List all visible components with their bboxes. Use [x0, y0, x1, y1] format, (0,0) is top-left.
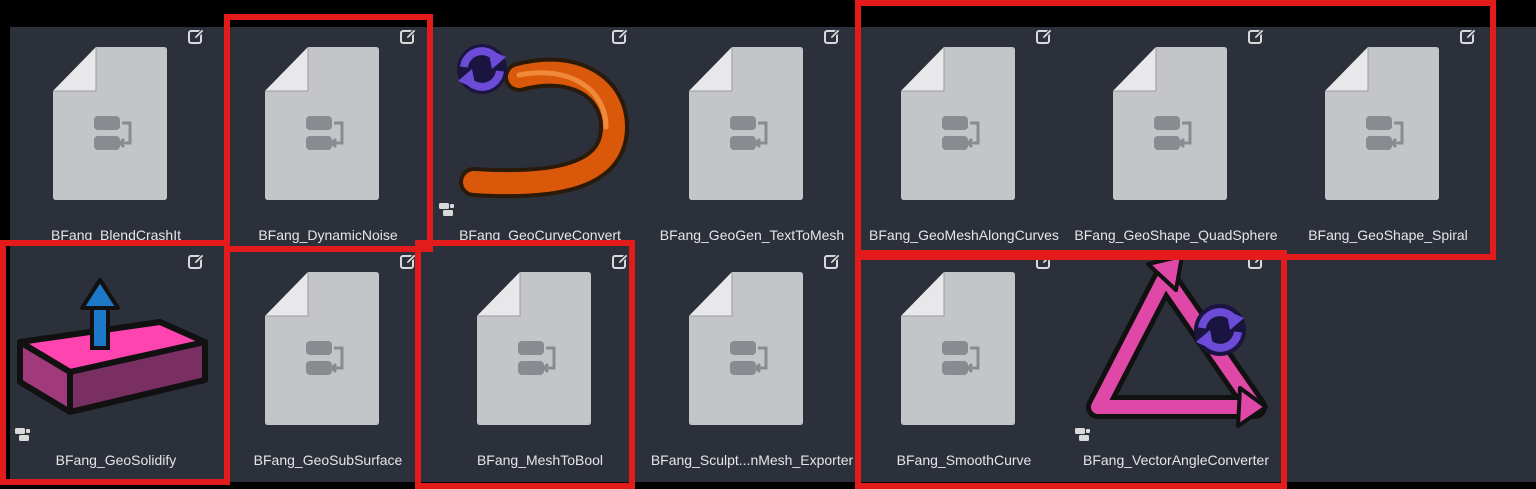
edit-icon[interactable] — [1034, 252, 1054, 272]
asset-label: BFang_GeoGen_TextToMesh — [659, 227, 845, 243]
file-nodetree-icon — [858, 27, 1070, 222]
asset-tile[interactable]: BFang_GeoMeshAlongCurves — [858, 27, 1070, 252]
asset-label: BFang_Sculpt...nMesh_Exporter — [650, 452, 854, 468]
asset-label: BFang_GeoCurveConvert — [459, 227, 621, 243]
edit-icon[interactable] — [186, 252, 206, 272]
edit-icon[interactable] — [398, 27, 418, 47]
edit-icon[interactable] — [1034, 27, 1054, 47]
asset-tile[interactable]: BFang_GeoSolidify — [10, 252, 222, 477]
file-nodetree-icon — [222, 252, 434, 447]
edit-icon[interactable] — [822, 27, 842, 47]
file-nodetree-icon — [1282, 27, 1494, 222]
vector-angle-icon — [1086, 254, 1268, 428]
file-nodetree-icon — [434, 252, 646, 447]
linked-asset-icon — [1074, 427, 1092, 443]
asset-tile[interactable]: BFang_SmoothCurve — [858, 252, 1070, 477]
edit-icon[interactable] — [610, 252, 630, 272]
asset-tile[interactable]: BFang_MeshToBool — [434, 252, 646, 477]
asset-label: BFang_VectorAngleConverter — [1083, 452, 1269, 468]
asset-tile[interactable]: BFang_GeoSubSurface — [222, 252, 434, 477]
asset-tile[interactable]: BFang_DynamicNoise — [222, 27, 434, 252]
edit-icon[interactable] — [1246, 27, 1266, 47]
asset-tile[interactable]: BFang_VectorAngleConverter — [1070, 252, 1282, 477]
asset-label: BFang_SmoothCurve — [896, 452, 1032, 468]
edit-icon[interactable] — [1246, 252, 1266, 272]
file-nodetree-icon — [222, 27, 434, 222]
linked-asset-icon — [14, 427, 32, 443]
asset-label: BFang_GeoSolidify — [55, 452, 177, 468]
edit-icon[interactable] — [1458, 27, 1478, 47]
curve-convert-icon — [457, 44, 630, 199]
asset-label: BFang_GeoMeshAlongCurves — [869, 227, 1059, 243]
edit-icon[interactable] — [822, 252, 842, 272]
asset-tile[interactable]: BFang_GeoGen_TextToMesh — [646, 27, 858, 252]
file-nodetree-icon — [1070, 27, 1282, 222]
asset-tile[interactable]: BFang_GeoShape_Spiral — [1282, 27, 1494, 252]
edit-icon[interactable] — [398, 252, 418, 272]
asset-tile[interactable]: BFang_BlendCrashIt — [10, 27, 222, 252]
asset-label: BFang_GeoSubSurface — [253, 452, 403, 468]
asset-browser-panel: BFang_BlendCrashIt BFang_DynamicNoise BF… — [10, 27, 1536, 482]
edit-icon[interactable] — [186, 27, 206, 47]
solidify-icon — [17, 278, 208, 415]
asset-label: BFang_GeoShape_Spiral — [1308, 227, 1468, 243]
edit-icon[interactable] — [610, 27, 630, 47]
asset-tile[interactable]: BFang_Sculpt...nMesh_Exporter — [646, 252, 858, 477]
asset-label: BFang_DynamicNoise — [258, 227, 398, 243]
file-nodetree-icon — [858, 252, 1070, 447]
linked-asset-icon — [438, 202, 456, 218]
asset-label: BFang_GeoShape_QuadSphere — [1074, 227, 1278, 243]
asset-tile[interactable]: BFang_GeoShape_QuadSphere — [1070, 27, 1282, 252]
file-nodetree-icon — [10, 27, 222, 222]
asset-label: BFang_MeshToBool — [476, 452, 604, 468]
asset-tile[interactable]: BFang_GeoCurveConvert — [434, 27, 646, 252]
file-nodetree-icon — [646, 27, 858, 222]
asset-label: BFang_BlendCrashIt — [51, 227, 181, 243]
file-nodetree-icon — [646, 252, 858, 447]
